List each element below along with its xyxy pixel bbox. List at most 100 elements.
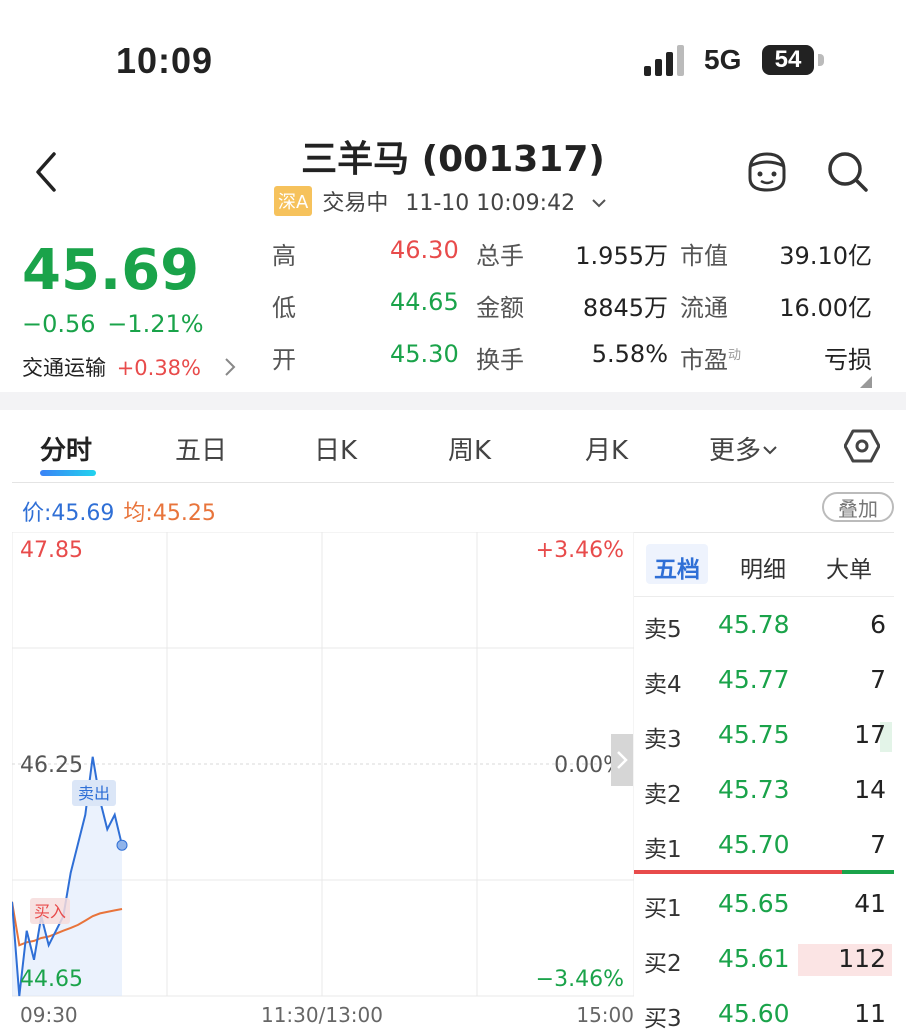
ask-1-price: 45.70 xyxy=(718,830,790,859)
pe-label: 市盈动 xyxy=(680,340,741,375)
sector-row[interactable]: 交通运输 +0.38% xyxy=(22,352,236,382)
ask-3-price: 45.75 xyxy=(718,720,790,749)
orderbook-tab-level5[interactable]: 五档 xyxy=(654,550,700,584)
face-icon[interactable] xyxy=(744,150,790,194)
chevron-right-icon xyxy=(617,751,628,769)
pe-sup: 动 xyxy=(728,348,742,363)
sell-marker-label: 卖出 xyxy=(78,784,110,803)
status-time: 10:09 xyxy=(116,40,214,81)
battery-level: 54 xyxy=(774,46,802,73)
ask-3-label: 卖3 xyxy=(644,727,682,753)
ask-1-label: 卖1 xyxy=(644,837,682,863)
tab-more-label: 更多 xyxy=(709,436,762,466)
ask-4-label: 卖4 xyxy=(644,672,682,698)
tab-more[interactable]: 更多 xyxy=(709,430,777,467)
legend-avg-value: 45.25 xyxy=(152,501,216,526)
high-value: 46.30 xyxy=(390,236,459,264)
amount-value: 8845万 xyxy=(582,294,668,322)
ask-1-vol: 7 xyxy=(870,830,886,859)
low-value: 44.65 xyxy=(390,288,459,316)
trade-datetime: 11-10 10:09:42 xyxy=(405,191,576,216)
tab-five-day[interactable]: 五日 xyxy=(175,430,227,467)
chart-legend: 价:45.69 均:45.25 xyxy=(22,495,216,527)
amount-label: 金额 xyxy=(476,294,524,322)
turnover-value: 5.58% xyxy=(591,340,668,368)
bid-1-vol: 41 xyxy=(854,889,886,918)
ask-4-vol: 7 xyxy=(870,665,886,694)
overlay-button[interactable]: 叠加 xyxy=(822,492,894,522)
bid-1-label: 买1 xyxy=(644,896,682,922)
ask-5-label: 卖5 xyxy=(644,617,682,643)
tab-daily-k[interactable]: 日K xyxy=(314,430,357,467)
pct-axis-top: +3.46% xyxy=(536,538,624,563)
ask-2-label: 卖2 xyxy=(644,782,682,808)
ask-3-vol: 17 xyxy=(854,720,886,749)
y-axis-mid: 46.25 xyxy=(20,753,83,778)
low-label: 低 xyxy=(272,294,296,322)
mktcap-value: 39.10亿 xyxy=(779,242,872,270)
last-price-dot xyxy=(116,839,128,851)
section-divider xyxy=(0,392,906,410)
chevron-down-icon xyxy=(763,446,777,455)
search-icon[interactable] xyxy=(826,150,870,194)
sector-change: +0.38% xyxy=(116,356,201,380)
bid-ratio-bar xyxy=(634,870,842,874)
orderbook-tab-large[interactable]: 大单 xyxy=(826,550,872,584)
orderbook-tab-separator xyxy=(634,596,894,597)
bid-2-price: 45.61 xyxy=(718,944,790,973)
legend-price-value: 45.69 xyxy=(51,501,115,526)
tab-monthly-k[interactable]: 月K xyxy=(585,430,628,467)
network-label: 5G xyxy=(704,44,742,75)
mktcap-label: 市值 xyxy=(680,242,728,270)
trade-status-line[interactable]: 深A 交易中 11-10 10:09:42 xyxy=(274,185,606,217)
bid-2-vol: 112 xyxy=(838,944,886,973)
ask-2-vol: 14 xyxy=(854,775,886,804)
battery-tip xyxy=(818,54,824,66)
open-value: 45.30 xyxy=(390,340,459,368)
chevron-down-icon xyxy=(592,199,606,208)
buy-marker-label: 买入 xyxy=(34,902,66,921)
settings-hex-icon[interactable] xyxy=(844,428,880,464)
chevron-right-icon xyxy=(224,358,236,376)
intraday-chart[interactable]: 卖出 买入 47.85 46.25 44.65 +3.46% 0.00% −3.… xyxy=(12,532,634,1024)
high-label: 高 xyxy=(272,242,296,270)
current-price: 45.69 xyxy=(22,238,200,303)
x-axis-mid: 11:30/13:00 xyxy=(261,1003,383,1024)
x-axis-start: 09:30 xyxy=(20,1003,78,1024)
y-axis-bottom: 44.65 xyxy=(20,967,83,992)
signal-icon xyxy=(644,45,684,76)
ask-5-price: 45.78 xyxy=(718,610,790,639)
pe-value: 亏损 xyxy=(824,346,872,374)
float-value: 16.00亿 xyxy=(779,294,872,322)
orderbook-tab-detail[interactable]: 明细 xyxy=(740,550,786,584)
bid-2-label: 买2 xyxy=(644,951,682,977)
tab-separator xyxy=(12,482,894,483)
open-label: 开 xyxy=(272,346,296,374)
market-tag: 深A xyxy=(274,186,313,216)
ask-5-vol: 6 xyxy=(870,610,886,639)
tab-intraday[interactable]: 分时 xyxy=(40,430,92,467)
collapse-handle[interactable] xyxy=(611,734,633,786)
change-value: −0.56 xyxy=(22,310,96,338)
ask-2-price: 45.73 xyxy=(718,775,790,804)
legend-price-label: 价: xyxy=(22,501,52,526)
float-label: 流通 xyxy=(680,294,728,322)
corner-triangle-icon xyxy=(860,376,872,388)
x-axis-end: 15:00 xyxy=(576,1003,634,1024)
volume-label: 总手 xyxy=(476,242,524,270)
turnover-label: 换手 xyxy=(476,346,524,374)
bid-1-price: 45.65 xyxy=(718,889,790,918)
bid-3-label: 买3 xyxy=(644,1006,682,1032)
buy-marker[interactable]: 买入 xyxy=(30,898,70,924)
y-axis-top: 47.85 xyxy=(20,538,83,563)
ask-ratio-bar xyxy=(842,870,894,874)
sell-marker[interactable]: 卖出 xyxy=(72,780,116,806)
legend-avg-label: 均: xyxy=(123,501,153,526)
change-pct: −1.21% xyxy=(107,310,204,338)
pe-label-text: 市盈 xyxy=(680,346,728,374)
tab-weekly-k[interactable]: 周K xyxy=(448,430,491,467)
orderbook-top-border xyxy=(634,532,894,533)
trade-status: 交易中 xyxy=(322,191,389,216)
sector-name: 交通运输 xyxy=(22,356,106,380)
volume-value: 1.955万 xyxy=(575,242,668,270)
